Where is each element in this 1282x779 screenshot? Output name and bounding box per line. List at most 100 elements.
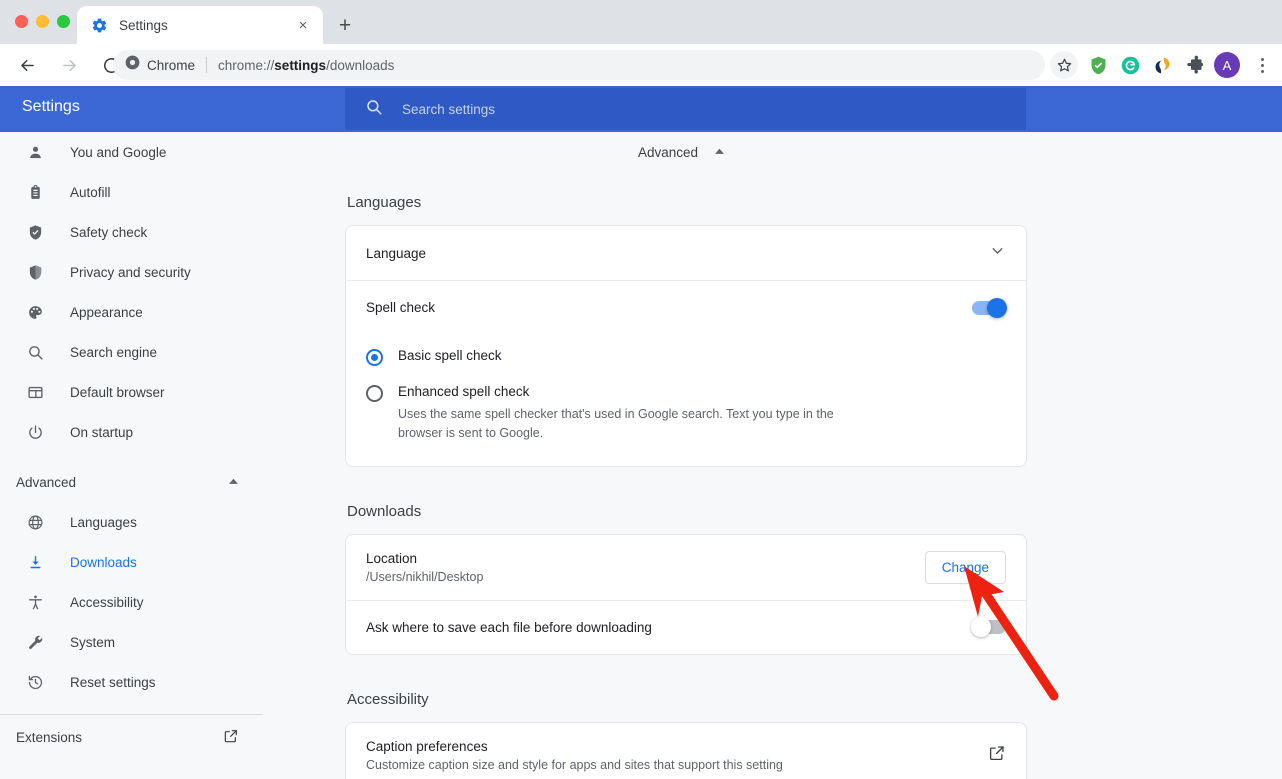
grammarly-icon[interactable]	[1118, 53, 1142, 77]
sidebar-item-label: Languages	[70, 514, 137, 530]
sidebar-item-label: System	[70, 634, 116, 650]
location-label: Location	[366, 550, 418, 566]
caption-preferences-row[interactable]: Caption preferences Customize caption si…	[346, 723, 1026, 779]
bookmark-star-icon[interactable]	[1050, 51, 1078, 79]
sidebar-item-on-startup[interactable]: On startup	[0, 412, 263, 452]
magnifier-icon	[24, 344, 46, 361]
sidebar-item-autofill[interactable]: Autofill	[0, 172, 263, 212]
sidebar-item-downloads[interactable]: Downloads	[0, 542, 263, 582]
back-icon[interactable]	[12, 50, 42, 80]
tab-title: Settings	[119, 17, 168, 33]
window-traffic-lights	[15, 15, 70, 28]
search-icon	[365, 98, 383, 121]
external-link-icon[interactable]	[988, 744, 1006, 767]
sidebar-item-label: Privacy and security	[70, 264, 191, 280]
section-title-accessibility: Accessibility	[347, 690, 429, 708]
location-value: /Users/nikhil/Desktop	[366, 569, 484, 584]
avatar[interactable]: A	[1214, 52, 1240, 78]
download-location-row: Location /Users/nikhil/Desktop Change	[346, 535, 1026, 600]
new-tab-button[interactable]: +	[332, 12, 358, 38]
toggle-knob	[987, 297, 1007, 318]
chrome-logo-icon	[125, 55, 140, 75]
search-input[interactable]: Search settings	[345, 88, 1026, 130]
settings-sidebar: You and Google Autofill Safety check Pri…	[0, 132, 263, 779]
history-icon	[24, 674, 46, 691]
sidebar-item-label: You and Google	[70, 144, 167, 160]
sidebar-item-safety-check[interactable]: Safety check	[0, 212, 263, 252]
url-suffix: /downloads	[326, 57, 395, 73]
address-bar[interactable]: Chrome chrome://settings/downloads	[113, 50, 1045, 80]
option-label: Enhanced spell check	[398, 384, 530, 399]
sidebar-item-extensions[interactable]: Extensions	[0, 715, 263, 759]
spell-check-toggle[interactable]	[972, 297, 1007, 318]
sidebar-item-reset-settings[interactable]: Reset settings	[0, 662, 263, 702]
power-icon	[24, 424, 46, 441]
chrome-menu-icon[interactable]	[1252, 52, 1272, 78]
basic-spell-check-option[interactable]: Basic spell check	[346, 334, 1026, 370]
sidebar-item-label: Safety check	[70, 224, 148, 240]
sidebar-item-system[interactable]: System	[0, 622, 263, 662]
maximize-window-button[interactable]	[57, 15, 70, 28]
advanced-collapse-button[interactable]: Advanced	[638, 145, 725, 160]
download-icon	[24, 554, 46, 571]
url-text: chrome://settings/downloads	[218, 58, 394, 73]
yin-yang-icon[interactable]	[1150, 53, 1174, 77]
collapse-caret-icon	[228, 475, 239, 490]
close-window-button[interactable]	[15, 15, 28, 28]
sidebar-item-languages[interactable]: Languages	[0, 502, 263, 542]
sidebar-item-search-engine[interactable]: Search engine	[0, 332, 263, 372]
downloads-card: Location /Users/nikhil/Desktop Change As…	[345, 533, 1027, 655]
browser-tab-settings[interactable]: Settings ×	[77, 6, 323, 44]
tab-strip: Settings × +	[0, 0, 1282, 44]
ask-where-to-save-row: Ask where to save each file before downl…	[346, 599, 1026, 654]
puzzle-icon[interactable]	[1182, 53, 1206, 77]
url-bold-segment: settings	[274, 57, 327, 73]
site-chip: Chrome	[125, 55, 195, 75]
change-location-button[interactable]: Change	[924, 550, 1006, 584]
caption-preferences-description: Customize caption size and style for app…	[366, 758, 783, 773]
sidebar-item-label: Search engine	[70, 344, 158, 360]
shield-half-icon	[24, 264, 46, 281]
language-row-label: Language	[366, 245, 427, 261]
omnibox-divider	[206, 57, 208, 73]
accessibility-icon	[24, 594, 46, 611]
sidebar-item-label: Autofill	[70, 184, 111, 200]
spell-check-label: Spell check	[366, 300, 436, 315]
advanced-label: Advanced	[638, 145, 699, 160]
sidebar-item-label: Accessibility	[70, 594, 144, 610]
url-prefix: chrome://	[218, 57, 275, 73]
toggle-knob	[971, 617, 991, 638]
minimize-window-button[interactable]	[36, 15, 49, 28]
spell-check-row: Spell check	[346, 280, 1026, 334]
browser-window-icon	[24, 384, 46, 401]
enhanced-spell-check-option[interactable]: Enhanced spell check Uses the same spell…	[346, 370, 1026, 466]
close-icon[interactable]: ×	[293, 15, 313, 35]
sidebar-group-label: Advanced	[16, 474, 77, 490]
settings-body: You and Google Autofill Safety check Pri…	[0, 132, 1282, 779]
radio-icon	[366, 385, 383, 402]
forward-icon	[54, 50, 84, 80]
sidebar-group-advanced[interactable]: Advanced	[0, 462, 263, 502]
ask-where-to-save-toggle[interactable]	[971, 617, 1006, 638]
chrome-settings-window: Settings × + Chrome chrome://settings/do…	[0, 0, 1282, 779]
sidebar-item-you-and-google[interactable]: You and Google	[0, 132, 263, 172]
sidebar-item-appearance[interactable]: Appearance	[0, 292, 263, 332]
sidebar-item-default-browser[interactable]: Default browser	[0, 372, 263, 412]
sidebar-item-label: Default browser	[70, 384, 165, 400]
shield-check-icon	[24, 224, 46, 241]
ask-where-to-save-label: Ask where to save each file before downl…	[366, 619, 652, 635]
chevron-down-icon	[989, 242, 1006, 264]
wrench-icon	[24, 634, 46, 651]
language-row[interactable]: Language	[346, 226, 1026, 280]
shield-check-icon[interactable]	[1086, 53, 1110, 77]
caption-preferences-label: Caption preferences	[366, 739, 488, 755]
sidebar-item-privacy-and-security[interactable]: Privacy and security	[0, 252, 263, 292]
settings-sections: Languages Language Spell check Basic spe…	[345, 194, 1027, 779]
languages-card: Language Spell check Basic spell check E…	[345, 225, 1027, 467]
sidebar-item-accessibility[interactable]: Accessibility	[0, 582, 263, 622]
sidebar-item-label: Appearance	[70, 304, 143, 320]
sidebar-item-label: On startup	[70, 424, 134, 440]
extension-icons: A	[1086, 50, 1240, 80]
clipboard-icon	[24, 184, 46, 201]
section-title-languages: Languages	[347, 194, 422, 211]
